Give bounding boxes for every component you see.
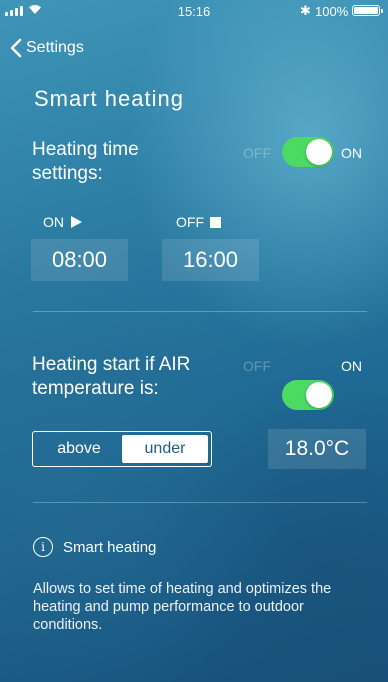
above-under-segmented-control[interactable]: above under — [32, 431, 212, 467]
back-label: Settings — [26, 39, 84, 56]
info-description: Allows to set time of heating and optimi… — [33, 581, 332, 633]
air-temperature-toggle-on-label: ON — [341, 358, 362, 374]
heating-time-label: Heating time settings: — [32, 139, 139, 184]
heating-time-toggle-off-label: OFF — [243, 145, 271, 161]
battery-icon — [352, 5, 383, 16]
info-title: Smart heating — [63, 538, 157, 556]
page-title: Smart heating — [34, 86, 184, 111]
air-temperature-toggle-off-label: OFF — [243, 358, 271, 374]
battery-percent: 100% — [315, 4, 349, 19]
air-temperature-label: Heating start if AIR temperature is: — [32, 354, 191, 399]
heating-time-toggle[interactable] — [282, 137, 334, 167]
off-time-label-text: OFF — [176, 214, 204, 230]
air-temperature-toggle[interactable] — [282, 380, 334, 410]
section-divider — [33, 311, 367, 312]
section-divider — [33, 502, 367, 503]
segment-under[interactable]: under — [122, 435, 208, 463]
back-button[interactable]: Settings — [10, 38, 84, 58]
off-time-label: OFF — [176, 214, 221, 230]
off-time-field[interactable]: 16:00 — [162, 239, 259, 281]
on-time-field[interactable]: 08:00 — [31, 239, 128, 281]
on-time-label: ON — [43, 214, 82, 230]
status-bar: 15:16 ✱ 100% — [0, 0, 388, 22]
segment-above[interactable]: above — [36, 435, 122, 463]
chevron-left-icon — [10, 38, 22, 58]
info-header: i Smart heating — [33, 537, 156, 557]
bluetooth-icon: ✱ — [300, 3, 311, 18]
on-time-label-text: ON — [43, 214, 64, 230]
temperature-field[interactable]: 18.0°C — [268, 429, 366, 469]
heating-time-toggle-on-label: ON — [341, 145, 362, 161]
info-icon: i — [33, 537, 53, 557]
play-icon — [71, 216, 82, 228]
stop-icon — [210, 216, 221, 228]
